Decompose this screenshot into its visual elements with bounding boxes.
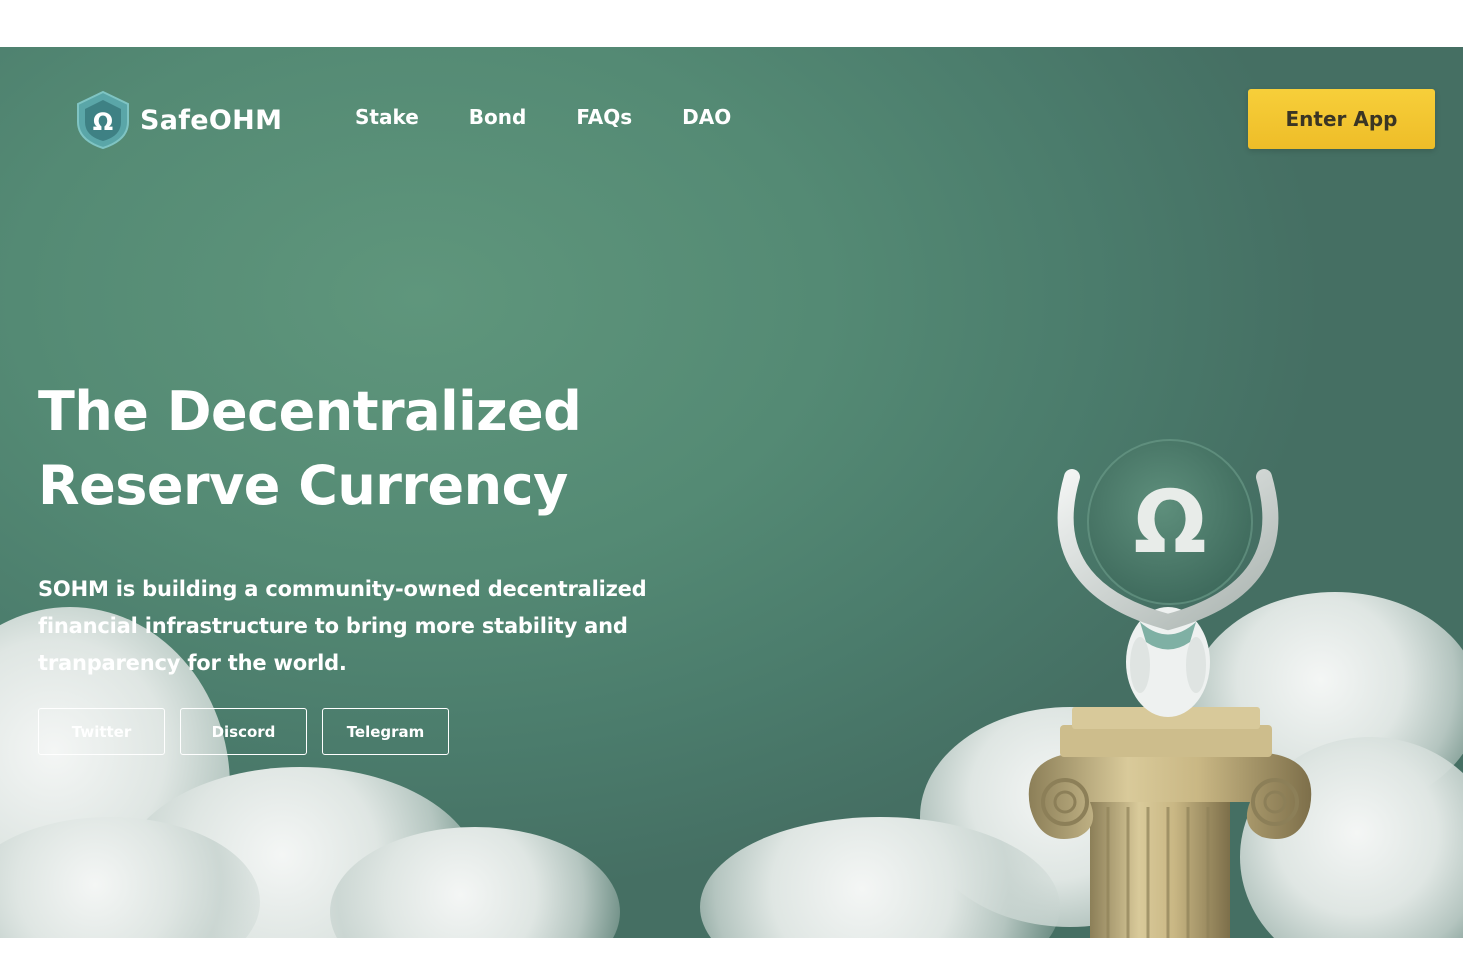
hero-section: Ω Ω SafeOHM Stake Bond FAQs DAO Enter Ap… xyxy=(0,47,1463,938)
nav-link-faqs[interactable]: FAQs xyxy=(576,105,632,129)
omega-statue-illustration: Ω xyxy=(1028,439,1312,938)
main-nav: Stake Bond FAQs DAO xyxy=(355,105,781,129)
discord-button[interactable]: Discord xyxy=(180,708,307,755)
twitter-button[interactable]: Twitter xyxy=(38,708,165,755)
logo-omega-glyph: Ω xyxy=(93,108,113,136)
nav-link-bond[interactable]: Bond xyxy=(469,105,527,129)
omega-icon: Ω xyxy=(1133,473,1206,573)
hero-description: SOHM is building a community-owned decen… xyxy=(38,577,647,675)
brand-name: SafeOHM xyxy=(140,104,283,136)
hero-title-line-2: Reserve Currency xyxy=(38,454,568,517)
social-links: Twitter Discord Telegram xyxy=(38,708,449,755)
omega-shield-icon: Ω xyxy=(77,90,129,150)
nav-link-stake[interactable]: Stake xyxy=(355,105,419,129)
enter-app-button[interactable]: Enter App xyxy=(1248,89,1435,149)
hero-title-line-1: The Decentralized xyxy=(38,380,582,443)
brand-logo[interactable]: Ω SafeOHM xyxy=(76,90,282,150)
hero-title: The Decentralized Reserve Currency xyxy=(38,375,658,523)
nav-link-dao[interactable]: DAO xyxy=(682,105,731,129)
telegram-button[interactable]: Telegram xyxy=(322,708,449,755)
